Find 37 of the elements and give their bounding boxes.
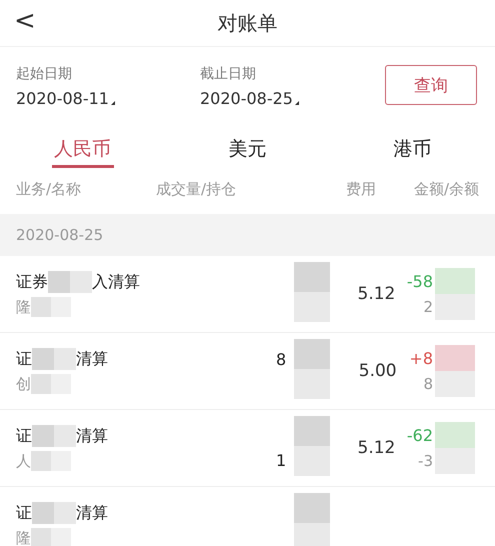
business-text: 证券 — [16, 272, 48, 292]
holding-text: 1 — [276, 450, 286, 470]
date-group-label: 2020-08-25 — [16, 226, 104, 244]
business-text: 证 — [16, 348, 32, 370]
column-header: 金额/余额 — [412, 180, 479, 198]
column-header: 费用 — [345, 180, 377, 198]
query-button[interactable]: 查询 — [385, 65, 477, 105]
date-label: 起始日期 — [16, 65, 73, 83]
date-picker[interactable]: 2020-08-11 — [16, 89, 115, 108]
date-picker[interactable]: 2020-08-25 — [200, 89, 299, 108]
column-header: 业务/名称 — [16, 180, 82, 198]
security-name: 创 — [16, 374, 31, 394]
balance-text: 2 — [423, 298, 433, 316]
amount-text: +8 — [409, 348, 433, 368]
amount-text: -62 — [406, 426, 433, 444]
fee-text: 5.12 — [358, 438, 396, 458]
security-name: 隆 — [16, 528, 31, 546]
business-text: 证 — [16, 502, 32, 524]
fee-text: 5.00 — [358, 361, 397, 381]
business-text: 清算 — [76, 348, 108, 370]
business-text: 入清算 — [92, 272, 140, 292]
currency-tab[interactable]: 美元 — [165, 126, 330, 168]
date-label: 截止日期 — [200, 65, 257, 83]
fee-text: 5.12 — [358, 284, 396, 304]
volume-text: 8 — [276, 350, 286, 368]
balance-text: 8 — [423, 375, 433, 393]
business-text: 清算 — [76, 502, 108, 524]
balance-text: -3 — [418, 452, 433, 470]
back-button[interactable]: < — [14, 6, 36, 36]
column-header: 成交量/持仓 — [156, 180, 238, 198]
security-name: 隆 — [16, 298, 31, 316]
business-text: 证 — [16, 426, 32, 446]
business-text: 清算 — [76, 426, 108, 446]
page-title: 对账单 — [218, 10, 278, 36]
amount-text: -58 — [406, 272, 433, 290]
security-name: 人 — [16, 452, 31, 470]
currency-tab[interactable]: 港币 — [330, 126, 495, 168]
